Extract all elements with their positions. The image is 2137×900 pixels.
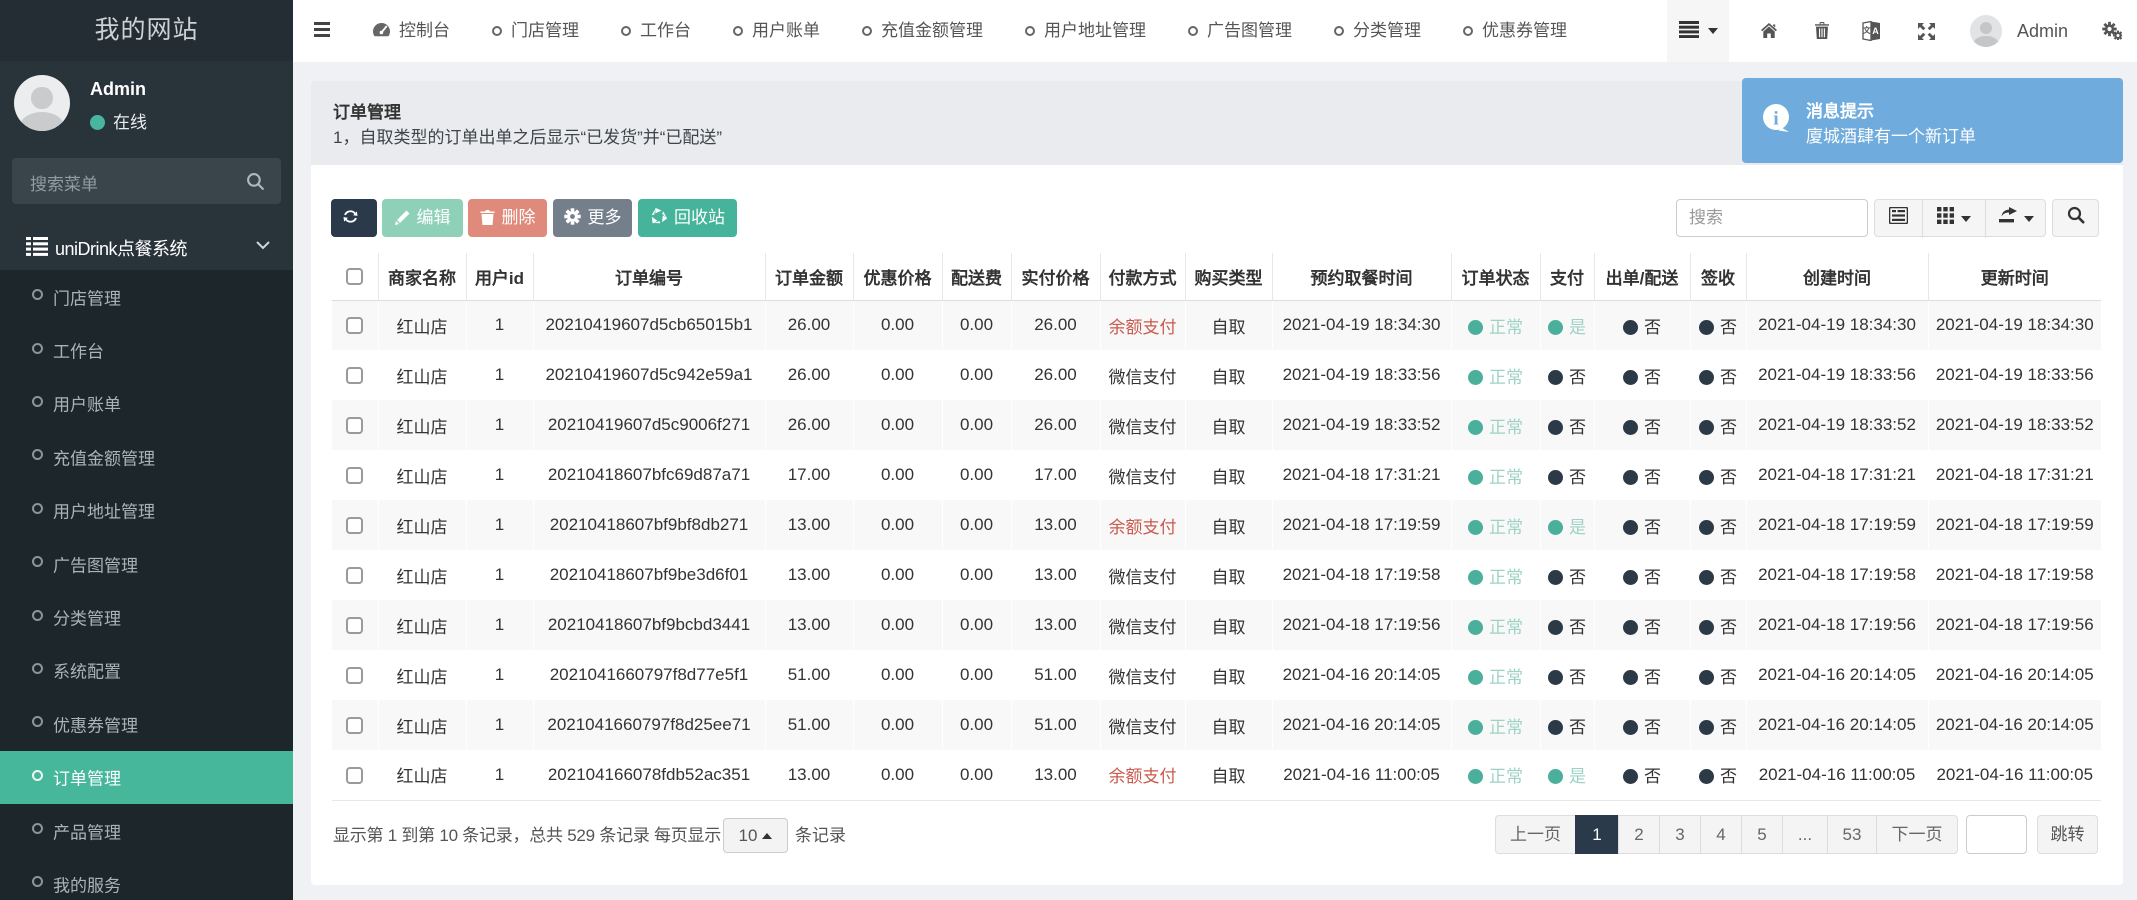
svg-text:文: 文	[1863, 25, 1872, 35]
svg-text:i: i	[1773, 109, 1778, 130]
svg-text:A: A	[1872, 26, 1879, 36]
